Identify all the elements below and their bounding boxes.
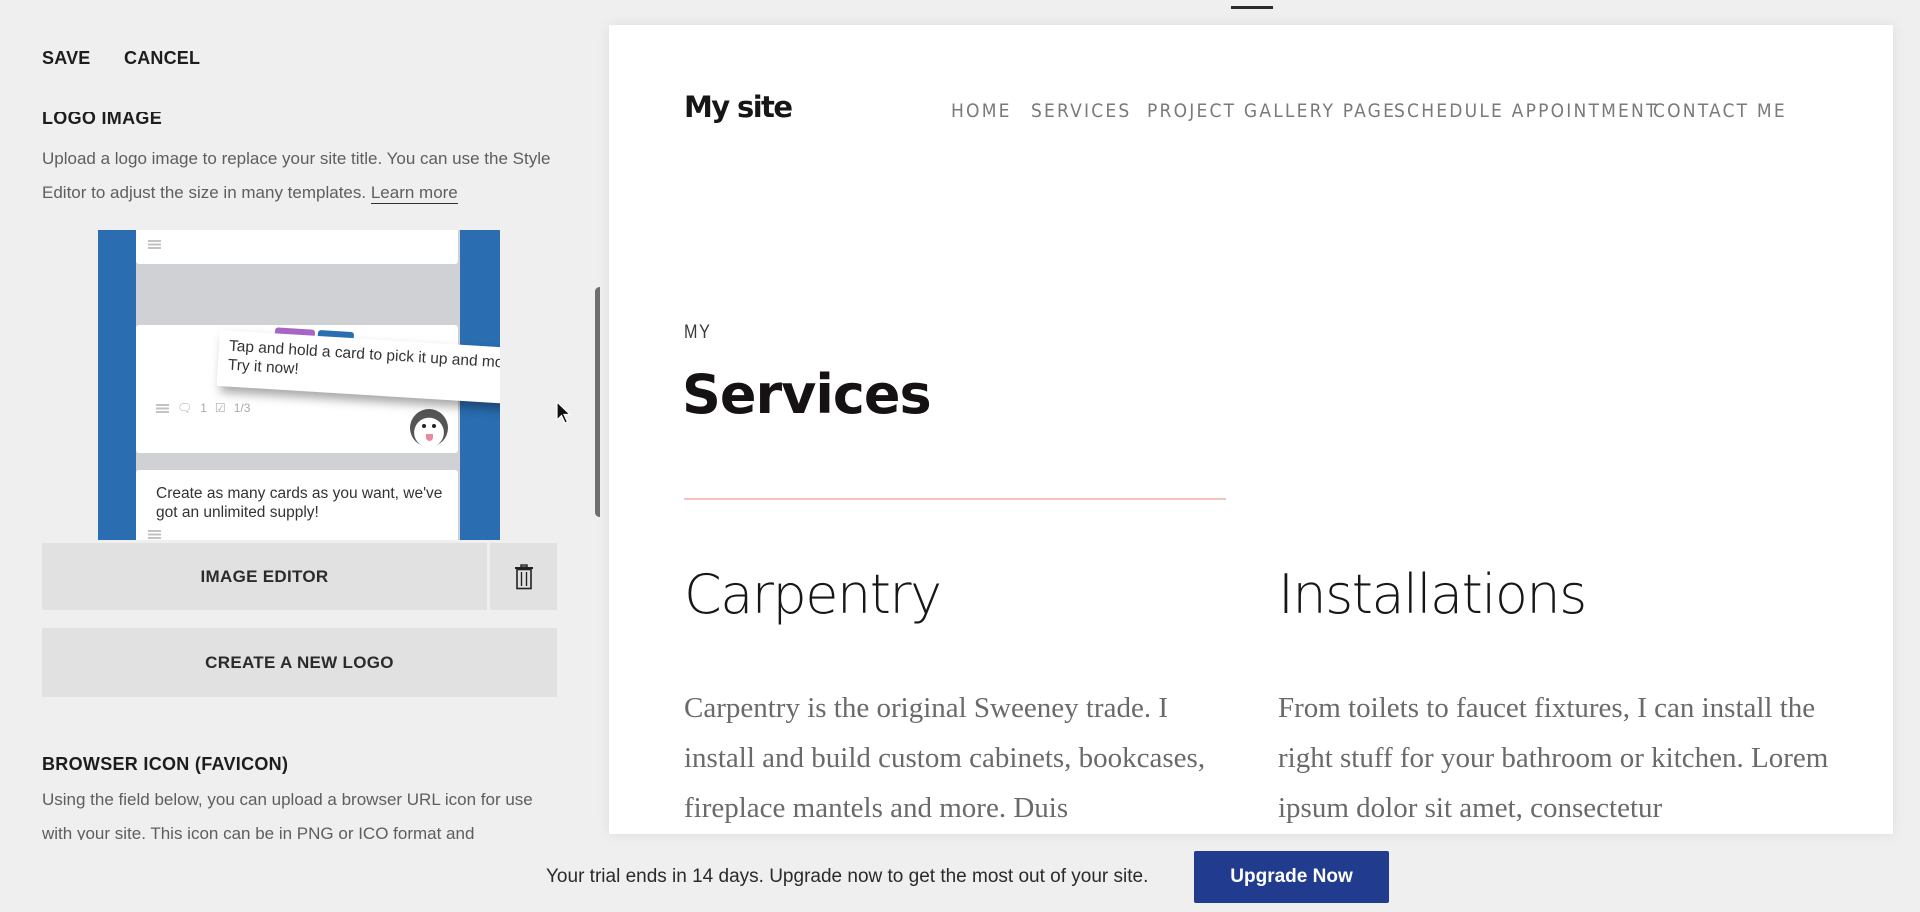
save-button[interactable]: SAVE xyxy=(42,48,90,69)
site-title[interactable]: My site xyxy=(684,90,793,124)
checklist-icon: ☑ xyxy=(214,401,226,415)
description-icon xyxy=(156,403,169,413)
nav-item-label: SCHEDULE APPOINTMENT xyxy=(1394,100,1659,122)
service-carpentry: Carpentry Carpentry is the original Swee… xyxy=(684,555,1244,833)
logo-image-description: Upload a logo image to replace your site… xyxy=(42,142,562,210)
learn-more-link[interactable]: Learn more xyxy=(370,183,458,204)
nav-item-home[interactable]: HOME xyxy=(951,100,1009,122)
nav-item-contact-me[interactable]: CONTACT ME xyxy=(1653,100,1785,122)
trial-message: Your trial ends in 14 days. Upgrade now … xyxy=(546,866,1149,887)
service-body: Carpentry is the original Sweeney trade.… xyxy=(684,692,1206,824)
editor-panel: LOGO IMAGE Upload a logo image to replac… xyxy=(0,0,600,912)
nav-item-services[interactable]: SERVICES xyxy=(1031,100,1129,122)
checklist-count: 1/3 xyxy=(233,401,251,415)
service-title: Carpentry xyxy=(684,563,942,626)
page-title: Services xyxy=(682,363,932,426)
thumbnail-card xyxy=(136,230,458,264)
upgrade-now-button[interactable]: Upgrade Now xyxy=(1194,851,1389,903)
thumbnail-tooltip-text: Tap and hold a card to pick it up and mo… xyxy=(227,337,500,378)
label-purple xyxy=(274,327,316,336)
thumbnail-card: Create as many cards as you want, we've … xyxy=(136,470,458,540)
page-kicker: MY xyxy=(684,322,712,343)
service-title: Installations xyxy=(1278,563,1587,626)
logo-description-text: Upload a logo image to replace your site… xyxy=(42,149,551,202)
favicon-heading: BROWSER ICON (FAVICON) xyxy=(42,754,289,774)
thumbnail-card-text: Create as many cards as you want, we've … xyxy=(156,485,443,521)
create-new-logo-button[interactable]: CREATE A NEW LOGO xyxy=(42,628,557,697)
service-installations: Installations From toilets to faucet fix… xyxy=(1278,555,1838,833)
favicon-description: Using the field below, you can upload a … xyxy=(42,790,533,840)
nav-item-label: HOME xyxy=(951,100,1012,122)
image-editor-button[interactable]: IMAGE EDITOR xyxy=(42,543,487,610)
nav-item-schedule-appointment[interactable]: SCHEDULE APPOINTMENT xyxy=(1394,100,1656,122)
service-body: From toilets to faucet fixtures, I can i… xyxy=(1278,692,1829,824)
preview-drag-handle[interactable] xyxy=(1231,6,1273,9)
title-divider xyxy=(684,498,1226,500)
cancel-button[interactable]: CANCEL xyxy=(124,48,200,69)
editor-header: SAVE CANCEL xyxy=(0,0,590,112)
husky-avatar-icon xyxy=(410,409,448,447)
site-preview: My site HOME SERVICES PROJECT GALLERY PA… xyxy=(609,25,1893,834)
site-nav: HOME SERVICES PROJECT GALLERY PAGE SCHED… xyxy=(951,100,1785,122)
comment-icon: 🗨 xyxy=(177,401,193,415)
editor-scrollbar-thumb[interactable] xyxy=(595,287,600,517)
description-icon xyxy=(148,530,161,539)
nav-item-project-gallery[interactable]: PROJECT GALLERY PAGE xyxy=(1147,100,1394,122)
editor-panel-body: LOGO IMAGE Upload a logo image to replac… xyxy=(0,0,590,840)
delete-logo-button[interactable] xyxy=(490,543,557,610)
nav-item-label: PROJECT GALLERY PAGE xyxy=(1147,100,1397,122)
nav-item-label: SERVICES xyxy=(1031,100,1132,122)
mouse-cursor-icon xyxy=(556,401,572,424)
comment-count: 1 xyxy=(200,401,207,415)
logo-thumbnail[interactable]: 🗨 1 ☑ 1/3 Create as many cards as you wa… xyxy=(98,230,500,540)
card-badges: 🗨 1 ☑ 1/3 xyxy=(156,401,250,415)
label-blue xyxy=(317,329,355,339)
description-icon xyxy=(148,240,161,249)
trash-icon xyxy=(514,563,533,589)
nav-item-label: CONTACT ME xyxy=(1653,100,1787,122)
